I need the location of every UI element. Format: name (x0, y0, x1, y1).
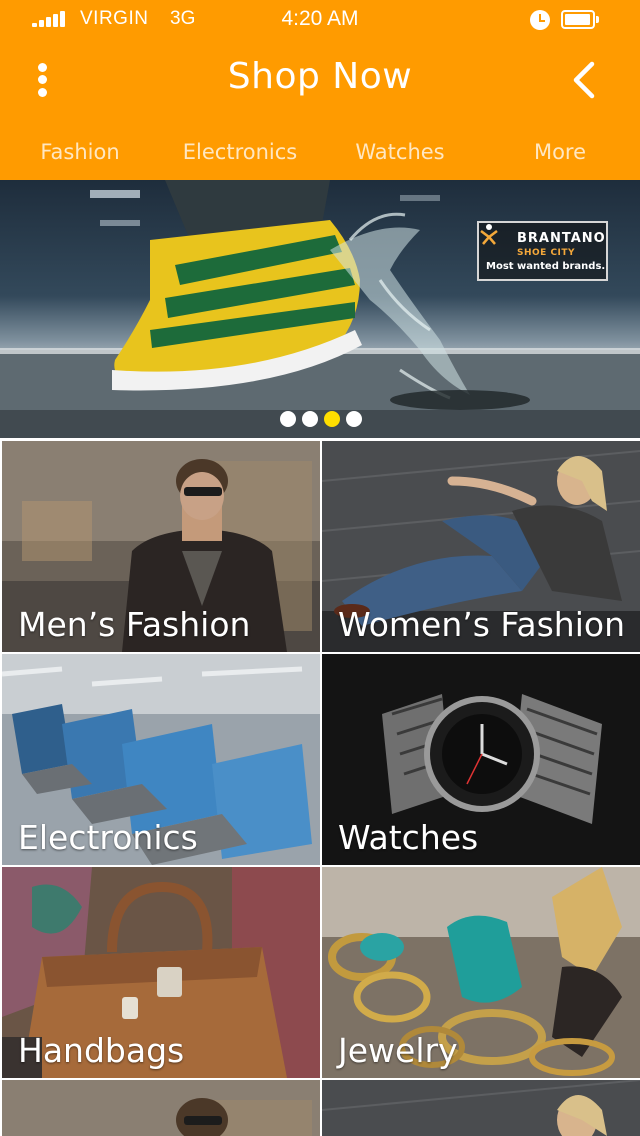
category-tile-mens-fashion[interactable]: Men’s Fashion (2, 441, 320, 652)
tab-fashion[interactable]: Fashion (0, 130, 160, 174)
category-tile-jewelry[interactable]: Jewelry (322, 867, 640, 1078)
partial-tile-image (2, 1080, 320, 1136)
brand-logo-icon (480, 224, 498, 245)
category-tabs: Fashion Electronics Watches More (0, 130, 640, 174)
app-header: VIRGIN 3G 4:20 AM Shop Now Fashion Elect… (0, 0, 640, 180)
category-label: Men’s Fashion (18, 605, 251, 644)
carousel-dot[interactable] (302, 411, 318, 427)
battery-icon (561, 10, 599, 29)
brand-subtitle: SHOE CITY (517, 248, 576, 258)
banner-image (0, 180, 640, 438)
tab-more[interactable]: More (480, 130, 640, 174)
brand-name: BRANTANO (517, 231, 606, 246)
category-label: Jewelry (338, 1031, 458, 1070)
tab-electronics[interactable]: Electronics (160, 130, 320, 174)
category-label: Women’s Fashion (338, 605, 625, 644)
category-label: Handbags (18, 1031, 185, 1070)
category-label: Electronics (18, 818, 198, 857)
partial-tile-image (322, 1080, 640, 1136)
carousel-indicator (280, 411, 362, 427)
category-tile-handbags[interactable]: Handbags (2, 867, 320, 1078)
brand-tagline: Most wanted brands. (486, 261, 606, 272)
chevron-left-icon[interactable] (566, 58, 606, 102)
category-label: Watches (338, 818, 479, 857)
category-tile-electronics[interactable]: Electronics (2, 654, 320, 865)
category-tile-partial-left[interactable] (2, 1080, 320, 1136)
category-tile-partial-right[interactable] (322, 1080, 640, 1136)
page-title: Shop Now (227, 56, 413, 97)
status-bar: VIRGIN 3G 4:20 AM (0, 0, 640, 40)
alarm-icon (530, 10, 550, 30)
promo-banner[interactable]: BRANTANO SHOE CITY Most wanted brands. (0, 180, 640, 438)
carousel-dot[interactable] (346, 411, 362, 427)
tab-watches[interactable]: Watches (320, 130, 480, 174)
category-tile-womens-fashion[interactable]: Women’s Fashion (322, 441, 640, 652)
brand-badge: BRANTANO SHOE CITY Most wanted brands. (477, 221, 608, 281)
category-tile-watches[interactable]: Watches (322, 654, 640, 865)
carousel-dot-active[interactable] (324, 411, 340, 427)
carousel-dot[interactable] (280, 411, 296, 427)
